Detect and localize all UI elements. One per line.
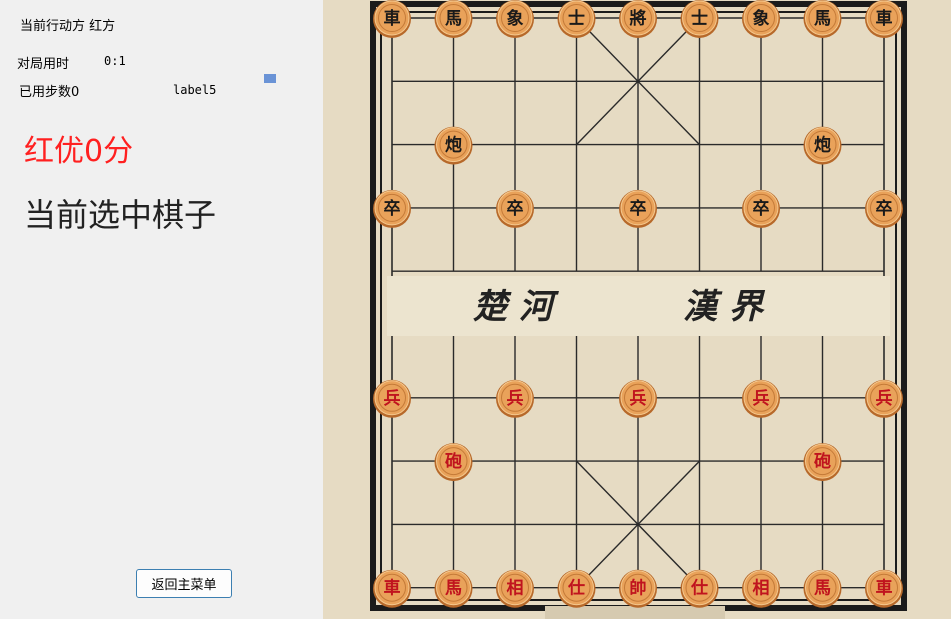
black-piece[interactable]: 車 [373,0,411,38]
piece-label: 卒 [753,198,770,219]
board-bottom-strip [545,606,725,619]
black-piece[interactable]: 卒 [373,189,411,228]
red-piece[interactable]: 兵 [619,379,657,418]
black-piece[interactable]: 象 [496,0,534,38]
red-piece[interactable]: 仕 [680,569,719,608]
piece-label: 卒 [630,198,647,219]
red-piece[interactable]: 兵 [865,379,903,418]
piece-label: 兵 [384,388,401,409]
piece-label: 仕 [567,578,585,599]
river-label-chu: 楚 河 [473,287,560,327]
black-piece[interactable]: 卒 [742,189,780,228]
piece-label: 馬 [814,579,831,599]
black-piece[interactable]: 炮 [434,126,473,165]
piece-label: 帥 [630,578,647,599]
piece-label: 車 [384,578,401,599]
piece-label: 象 [753,8,770,29]
piece-label: 馬 [814,9,831,29]
back-to-main-menu-button[interactable]: 返回主菜单 [136,569,232,598]
label5-text: label5 [173,83,217,97]
piece-label: 兵 [630,388,647,409]
piece-label: 士 [568,8,585,29]
red-piece[interactable]: 車 [865,569,903,608]
selected-piece-label: 当前选中棋子 [24,196,217,234]
red-piece[interactable]: 相 [496,569,534,608]
red-piece[interactable]: 兵 [373,379,411,418]
black-piece[interactable]: 士 [557,0,596,38]
xiangqi-board[interactable]: 楚 河 漢 界 車馬象士將士象馬車炮 炮卒卒卒卒卒兵兵兵兵兵砲 砲車馬相仕帥仕相馬車 [323,0,951,619]
red-piece[interactable]: 兵 [496,379,534,418]
black-piece[interactable]: 將 [619,0,657,38]
black-piece[interactable]: 炮 [803,126,842,165]
piece-label: 仕 [690,578,708,599]
advantage-score: 红优0分 [24,134,134,169]
piece-label: 車 [876,8,893,29]
piece-label: 兵 [753,388,770,409]
piece-label: 馬 [445,9,462,29]
piece-label: 卒 [876,198,893,219]
piece-label: 兵 [876,388,893,409]
piece-label: 相 [753,578,770,599]
status-marker [264,74,276,83]
red-piece[interactable]: 仕 [557,569,596,608]
black-piece[interactable]: 馬 [803,0,842,38]
piece-label: 兵 [507,388,524,409]
piece-label: 砲 [445,451,462,472]
red-piece[interactable]: 砲 [803,443,842,482]
piece-label: 車 [384,8,401,29]
piece-label: 卒 [384,198,401,219]
piece-label: 卒 [507,198,524,219]
red-piece[interactable]: 兵 [742,379,780,418]
river-label-han: 漢 界 [683,287,766,327]
piece-label: 炮 [445,135,462,156]
current-turn-label: 当前行动方 红方 [20,19,116,34]
red-piece[interactable]: 車 [373,569,411,608]
black-piece[interactable]: 卒 [865,189,903,228]
red-piece[interactable]: 馬 [434,569,473,608]
game-time-caption: 对局用时 [17,57,70,72]
piece-label: 相 [507,578,524,599]
black-piece[interactable]: 象 [742,0,780,38]
black-piece[interactable]: 卒 [496,189,534,228]
piece-label: 將 [630,8,647,29]
red-piece[interactable]: 砲 [434,443,473,482]
red-piece[interactable]: 帥 [619,569,657,608]
black-piece[interactable]: 士 [680,0,719,38]
red-piece[interactable]: 相 [742,569,780,608]
black-piece[interactable]: 車 [865,0,903,38]
piece-label: 士 [691,8,708,29]
side-panel: 当前行动方 红方 对局用时 0:1 已用步数0 label5 红优0分 当前选中… [0,0,323,619]
red-piece[interactable]: 馬 [803,569,842,608]
piece-label: 象 [507,8,524,29]
game-time-value: 0:1 [104,54,126,68]
steps-used-label: 已用步数0 [19,85,80,100]
piece-label: 炮 [814,135,831,156]
piece-label: 車 [876,578,893,599]
black-piece[interactable]: 馬 [434,0,473,38]
piece-label: 砲 [814,451,831,472]
river-band [387,276,890,336]
piece-label: 馬 [445,579,462,599]
black-piece[interactable]: 卒 [619,189,657,228]
